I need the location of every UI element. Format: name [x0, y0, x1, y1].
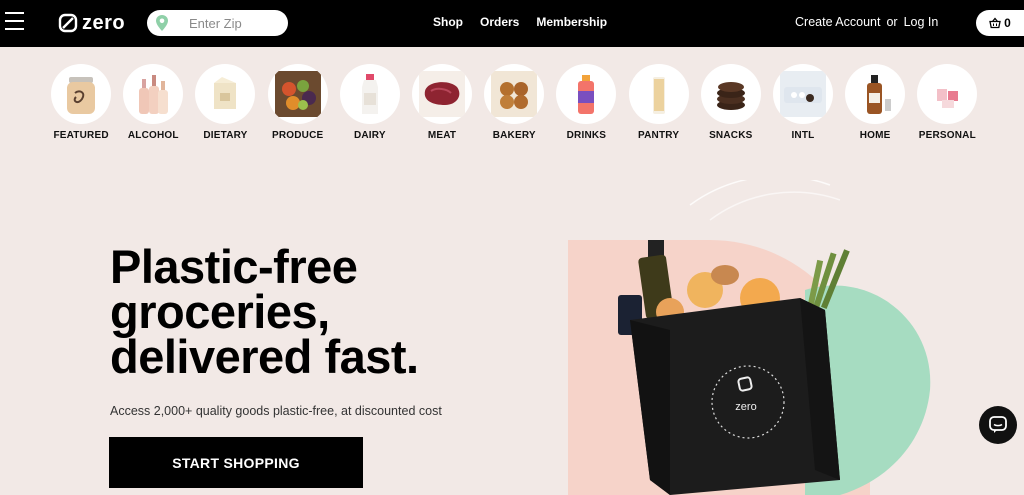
category-snacks[interactable]: SNACKS — [695, 64, 767, 141]
pasta-jar-icon — [652, 77, 665, 114]
category-pantry[interactable]: PANTRY — [623, 64, 695, 141]
wine-bottles-icon — [139, 75, 169, 114]
bread-rolls-icon — [491, 71, 538, 117]
drink-bottle-icon — [578, 75, 595, 114]
category-bakery[interactable]: BAKERY — [478, 64, 550, 141]
log-in-link[interactable]: Log In — [904, 15, 939, 29]
category-featured[interactable]: FEATURED — [45, 64, 117, 141]
create-account-link[interactable]: Create Account — [795, 15, 880, 29]
chat-button[interactable] — [979, 406, 1017, 444]
category-label: DRINKS — [566, 130, 607, 141]
zero-logo-mark-icon — [58, 13, 78, 33]
category-produce[interactable]: PRODUCE — [262, 64, 334, 141]
category-label: SNACKS — [709, 130, 753, 141]
produce-box-icon — [274, 71, 321, 117]
amber-bottle-icon — [867, 75, 892, 114]
category-home[interactable]: HOME — [839, 64, 911, 141]
category-label: ALCOHOL — [127, 130, 179, 141]
hero-subtitle: Access 2,000+ quality goods plastic-free… — [110, 404, 442, 418]
personal-care-icon — [937, 89, 959, 108]
category-label: DAIRY — [353, 130, 386, 141]
category-meat[interactable]: MEAT — [406, 64, 478, 141]
nav-shop[interactable]: Shop — [433, 15, 463, 29]
cookies-icon — [716, 82, 745, 110]
category-label: HOME — [859, 130, 891, 141]
zip-input[interactable] — [189, 15, 279, 31]
category-dietary[interactable]: DIETARY — [189, 64, 261, 141]
cart-button[interactable]: 0 — [976, 10, 1024, 36]
top-navbar: zero Shop Orders Membership Create Accou… — [0, 0, 1024, 47]
category-label: MEAT — [427, 130, 457, 141]
jar-icon — [67, 77, 96, 114]
steak-icon — [419, 71, 466, 117]
main-nav: Shop Orders Membership — [433, 15, 607, 29]
category-label: PANTRY — [637, 130, 680, 141]
menu-icon[interactable] — [5, 12, 24, 32]
category-label: INTL — [791, 130, 815, 141]
zip-field[interactable] — [147, 10, 288, 36]
zero-logo[interactable]: zero — [58, 11, 125, 35]
cart-count: 0 — [1004, 16, 1011, 30]
chat-bubble-icon — [989, 416, 1007, 433]
nav-membership[interactable]: Membership — [536, 15, 607, 29]
category-intl[interactable]: INTL — [767, 64, 839, 141]
intl-tray-icon — [779, 71, 826, 117]
category-strip: FEATURED ALCOHOL DIETARY PRODUCE DAIRY M… — [45, 64, 983, 141]
hero-title-line3: delivered fast. — [110, 330, 419, 383]
category-alcohol[interactable]: ALCOHOL — [117, 64, 189, 141]
dietary-box-icon — [214, 77, 237, 109]
or-text: or — [886, 15, 898, 29]
category-personal[interactable]: PERSONAL — [911, 64, 983, 141]
bag-logo-text: zero — [735, 401, 756, 413]
hero-title: Plastic-free groceries, delivered fast. — [110, 243, 419, 380]
category-label: BAKERY — [492, 130, 536, 141]
category-dairy[interactable]: DAIRY — [334, 64, 406, 141]
logo-text: zero — [82, 11, 126, 34]
category-label: PRODUCE — [271, 130, 324, 141]
category-label: DIETARY — [203, 130, 248, 141]
category-drinks[interactable]: DRINKS — [550, 64, 622, 141]
account-links: Create Account or Log In — [795, 15, 938, 29]
nav-orders[interactable]: Orders — [480, 15, 519, 29]
basket-icon — [989, 17, 1001, 29]
milk-bottle-icon — [361, 74, 378, 114]
location-pin-icon — [156, 15, 168, 31]
category-label: FEATURED — [53, 130, 109, 141]
start-shopping-button[interactable]: START SHOPPING — [109, 437, 363, 488]
grocery-bag-illustration: zero — [568, 180, 931, 495]
category-label: PERSONAL — [918, 130, 976, 141]
